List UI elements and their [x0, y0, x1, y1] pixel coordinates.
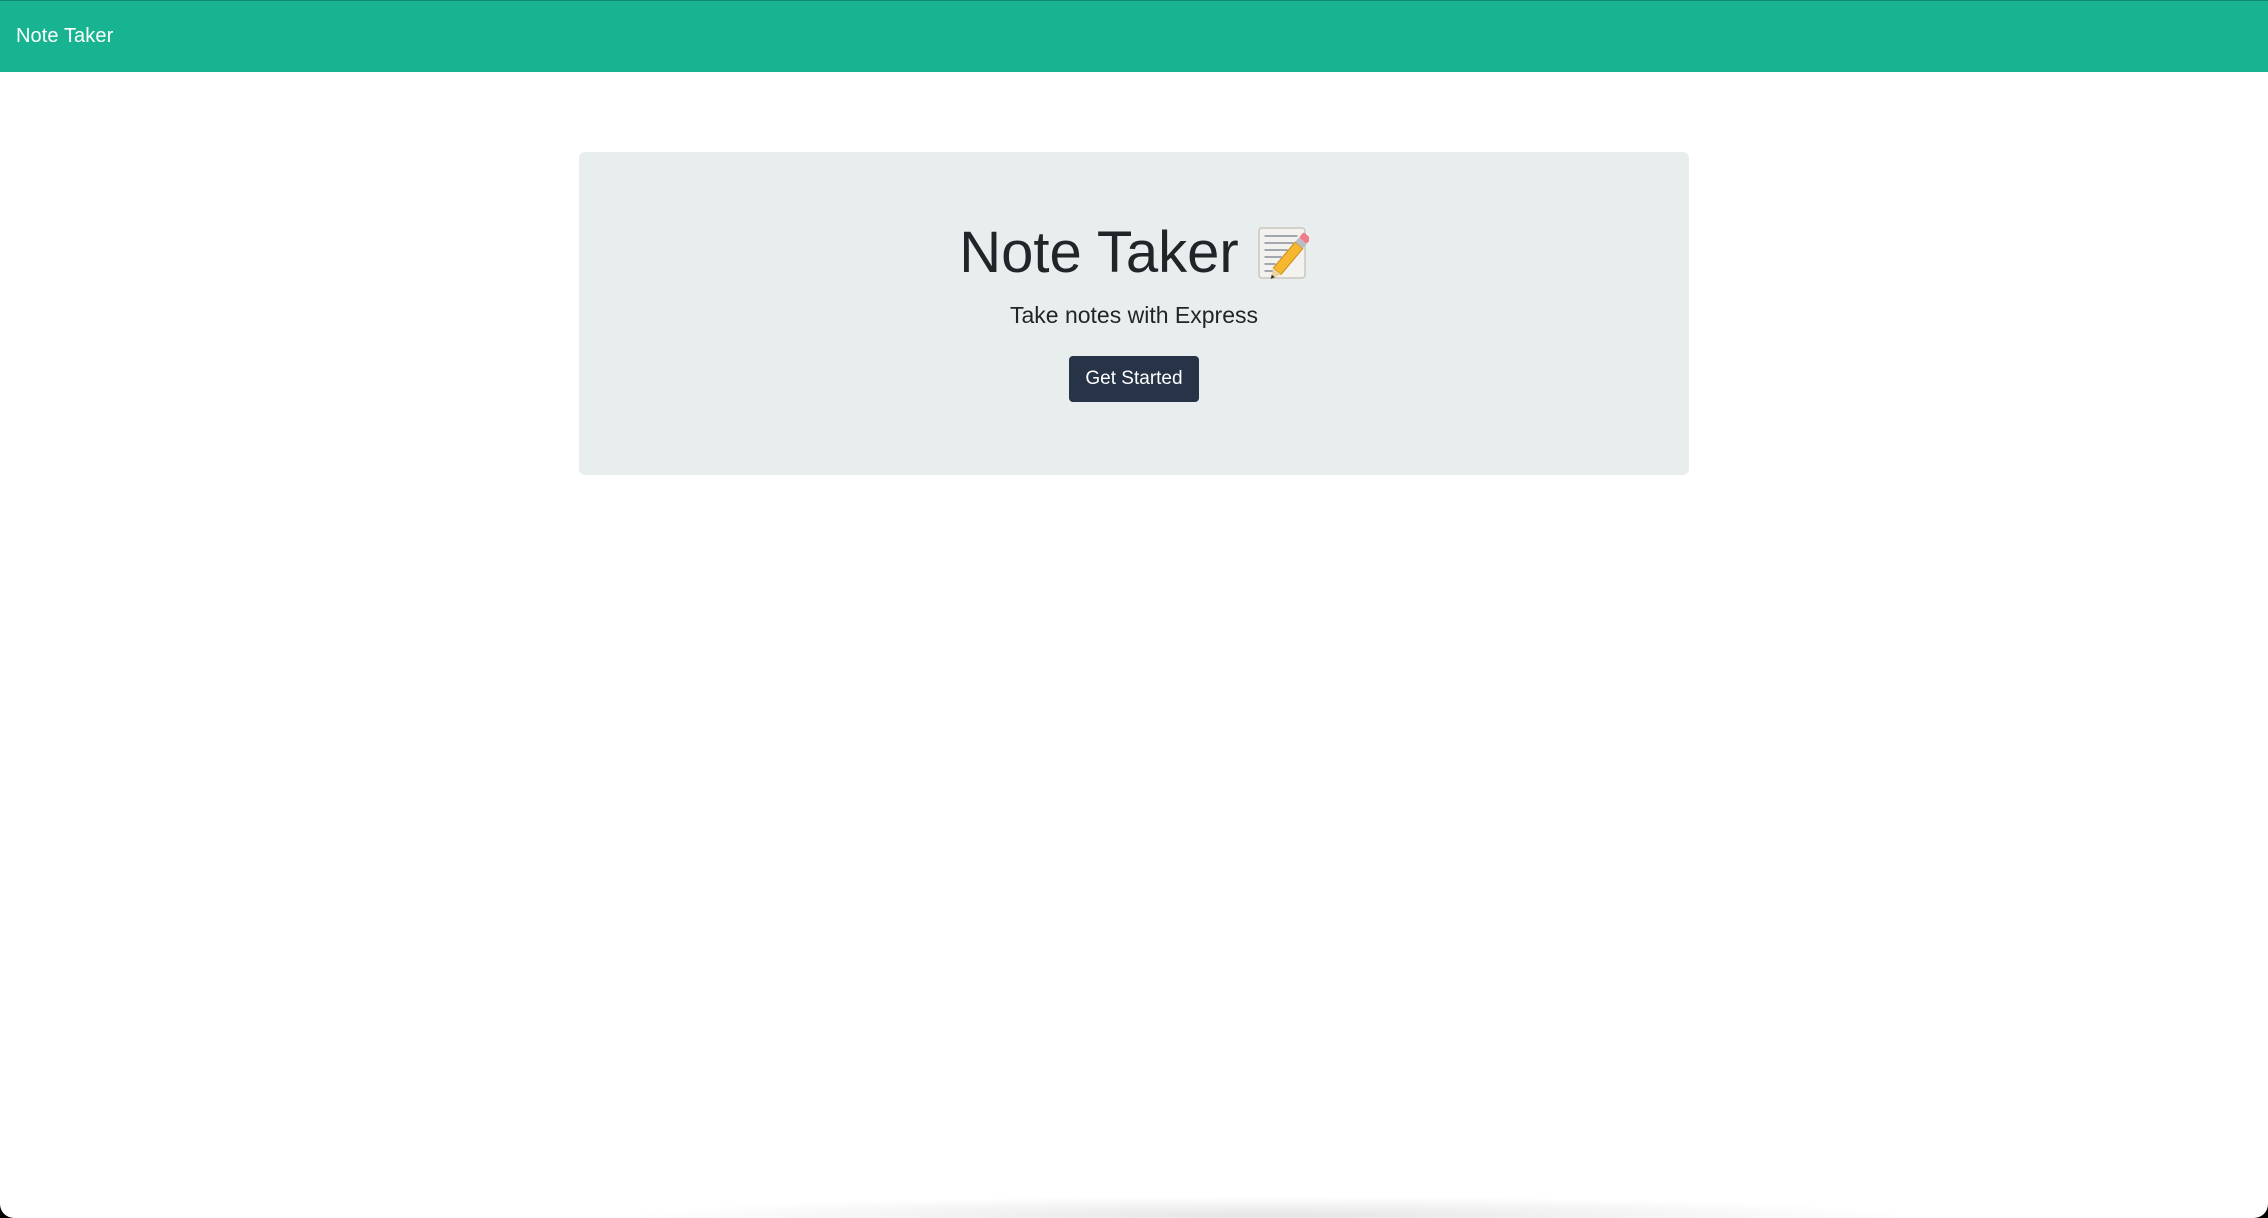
- memo-pencil-icon: [1257, 226, 1311, 280]
- bottom-shadow: [620, 1196, 1920, 1218]
- navbar-brand-link[interactable]: Note Taker: [16, 25, 113, 48]
- hero-subtitle: Take notes with Express: [1009, 302, 1258, 328]
- page-title: Note Taker: [959, 220, 1239, 285]
- hero-title-row: Note Taker: [959, 218, 1311, 288]
- get-started-button[interactable]: Get Started: [1069, 356, 1199, 402]
- navbar: Note Taker: [0, 0, 2268, 72]
- hero-jumbotron: Note Taker Take notes with Express Get S…: [579, 152, 1689, 475]
- page: Note Taker Note Taker Take notes with Ex…: [0, 0, 2268, 1218]
